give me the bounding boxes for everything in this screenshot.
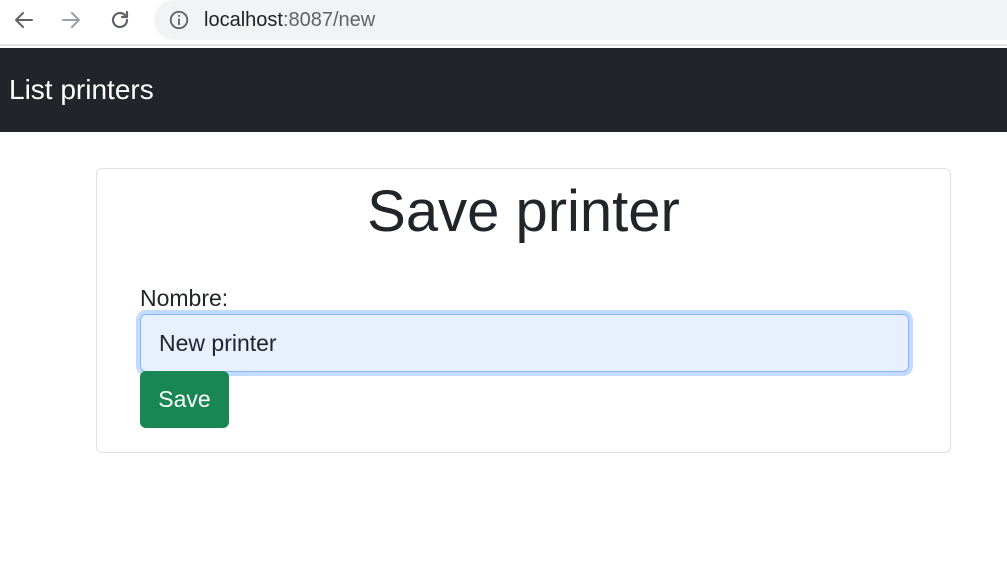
back-arrow-icon	[15, 12, 33, 28]
address-bar[interactable]: localhost:8087/new	[154, 0, 1007, 40]
reload-button[interactable]	[105, 5, 135, 35]
info-icon[interactable]	[168, 9, 190, 31]
navbar: List printers	[0, 48, 1007, 132]
list-printers-link[interactable]: List printers	[9, 74, 154, 106]
url-path: :8087/new	[282, 9, 376, 31]
save-printer-card: Save printer Nombre: Save	[96, 168, 951, 453]
name-label: Nombre:	[140, 285, 229, 311]
reload-icon	[111, 10, 129, 29]
back-button[interactable]	[9, 5, 39, 35]
save-button[interactable]: Save	[140, 371, 229, 428]
forward-arrow-icon	[62, 12, 80, 28]
name-input[interactable]	[140, 314, 909, 372]
browser-toolbar: localhost:8087/new	[0, 0, 1007, 46]
forward-button[interactable]	[56, 5, 86, 35]
url-host: localhost	[204, 9, 283, 31]
url-text[interactable]: localhost:8087/new	[204, 9, 375, 31]
page-title: Save printer	[367, 179, 680, 244]
